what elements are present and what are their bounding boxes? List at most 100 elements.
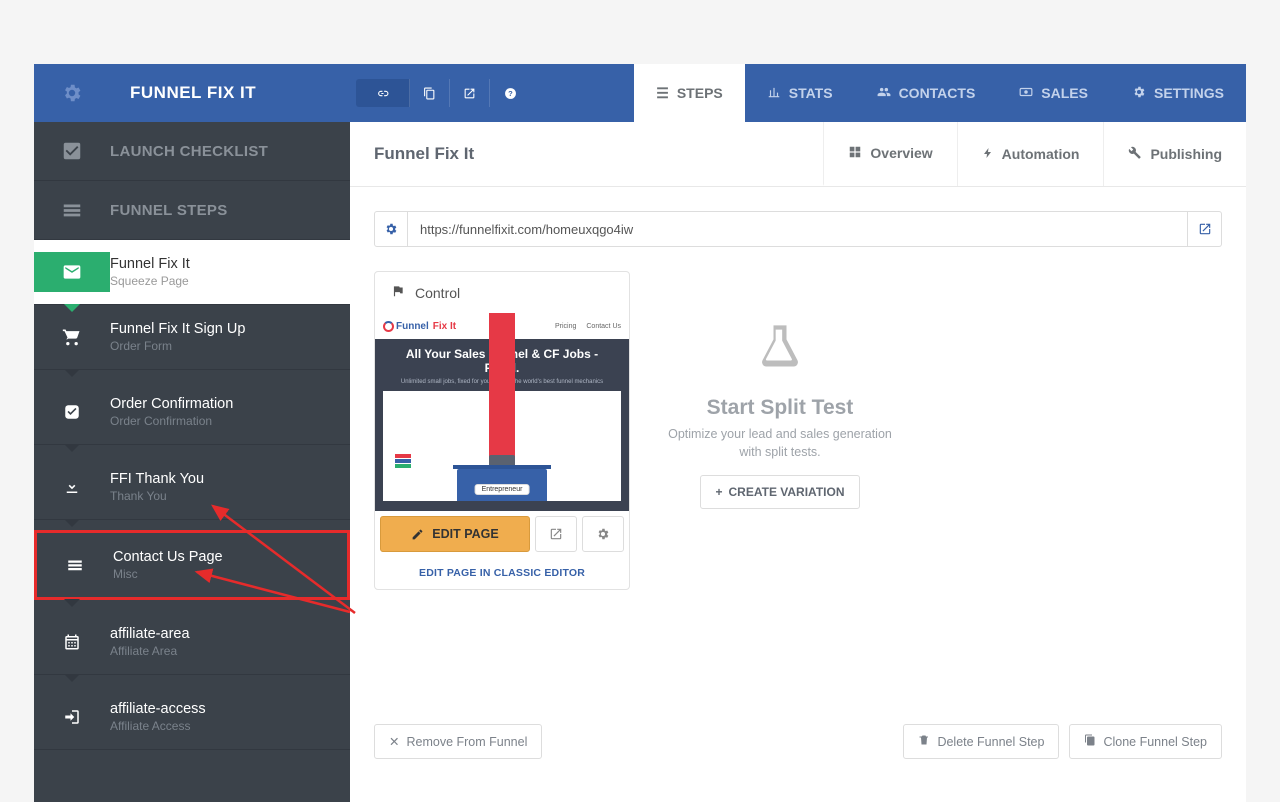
help-icon[interactable]: ?	[490, 79, 530, 107]
preview-nav: Pricing	[555, 323, 576, 330]
step-title: affiliate-area	[110, 626, 190, 642]
split-test-description: Optimize your lead and sales generation …	[664, 426, 896, 461]
close-icon: ✕	[389, 734, 399, 749]
card-header: Control	[375, 272, 629, 313]
sidebar: LAUNCH CHECKLIST FUNNEL STEPS Funnel Fix…	[34, 122, 350, 802]
external-link-icon[interactable]	[450, 79, 490, 107]
step-item-affiliate-access[interactable]: affiliate-access Affiliate Access	[34, 685, 350, 750]
tab-label: SETTINGS	[1154, 85, 1224, 101]
step-item-order-confirmation[interactable]: Order Confirmation Order Confirmation	[34, 380, 350, 445]
edit-page-button[interactable]: EDIT PAGE	[380, 516, 530, 552]
remove-from-funnel-button[interactable]: ✕ Remove From Funnel	[374, 724, 542, 759]
preview-logo-text: Fix It	[433, 321, 456, 332]
page-preview[interactable]: FunnelFix It PricingContact Us All Your …	[375, 313, 629, 511]
link-icon[interactable]	[356, 79, 410, 107]
sidebar-funnel-steps[interactable]: FUNNEL STEPS	[34, 181, 350, 240]
download-icon	[34, 467, 110, 507]
step-subtitle: Thank You	[110, 489, 204, 503]
content-row: Control FunnelFix It PricingContact Us A…	[350, 271, 1246, 590]
step-subtitle: Affiliate Access	[110, 719, 206, 733]
tab-label: SALES	[1041, 85, 1088, 101]
menu-icon	[34, 199, 110, 221]
control-label: Control	[415, 285, 460, 301]
step-title: Order Confirmation	[110, 396, 233, 412]
page-settings-button[interactable]	[582, 516, 624, 552]
tab-sales[interactable]: SALES	[997, 64, 1110, 122]
card-actions: EDIT PAGE	[375, 511, 629, 557]
wrench-icon	[1128, 146, 1142, 163]
money-icon	[1019, 85, 1033, 102]
tab-stats[interactable]: STATS	[745, 64, 855, 122]
step-subtitle: Order Confirmation	[110, 414, 233, 428]
subtab-label: Overview	[870, 145, 932, 161]
button-label: Delete Funnel Step	[937, 735, 1044, 749]
toolbar-buttons: ?	[356, 64, 530, 122]
step-subtitle: Affiliate Area	[110, 644, 190, 658]
button-label: Clone Funnel Step	[1103, 735, 1207, 749]
step-item-signup[interactable]: Funnel Fix It Sign Up Order Form	[34, 305, 350, 370]
subtab-overview[interactable]: Overview	[823, 122, 956, 186]
tab-label: STEPS	[677, 85, 723, 101]
create-variation-button[interactable]: + CREATE VARIATION	[700, 475, 859, 509]
users-icon	[877, 85, 891, 102]
bolt-icon	[982, 146, 994, 163]
step-subtitle: Misc	[113, 567, 223, 581]
copy-icon[interactable]	[410, 79, 450, 107]
open-page-button[interactable]	[535, 516, 577, 552]
subtab-publishing[interactable]: Publishing	[1103, 122, 1246, 186]
step-item-affiliate-area[interactable]: affiliate-area Affiliate Area	[34, 610, 350, 675]
page-title: Funnel Fix It	[350, 122, 823, 186]
sidebar-label: LAUNCH CHECKLIST	[110, 143, 268, 160]
preview-nav: Contact Us	[586, 323, 621, 330]
subtab-automation[interactable]: Automation	[957, 122, 1104, 186]
subtab-label: Publishing	[1150, 146, 1222, 162]
checklist-icon	[34, 140, 110, 162]
envelope-icon	[34, 252, 110, 292]
tab-label: STATS	[789, 85, 833, 101]
main-content: Funnel Fix It Overview Automation Publis…	[350, 122, 1246, 802]
step-item-contact-us[interactable]: Contact Us Page Misc	[34, 530, 350, 600]
delete-step-button[interactable]: Delete Funnel Step	[903, 724, 1059, 759]
tab-settings[interactable]: SETTINGS	[1110, 64, 1246, 122]
url-open-button[interactable]	[1188, 211, 1222, 247]
clone-step-button[interactable]: Clone Funnel Step	[1069, 724, 1222, 759]
subtab-label: Automation	[1002, 146, 1080, 162]
tab-steps[interactable]: ☰ STEPS	[634, 64, 744, 122]
url-bar	[374, 211, 1222, 247]
button-label: CREATE VARIATION	[729, 485, 845, 499]
main-header: Funnel Fix It Overview Automation Publis…	[350, 122, 1246, 187]
svg-text:?: ?	[508, 89, 513, 98]
grid-icon	[848, 145, 862, 162]
preview-badge: Entrepreneur	[475, 484, 530, 495]
login-icon	[34, 697, 110, 737]
subtabs: Overview Automation Publishing	[823, 122, 1246, 186]
classic-editor-link[interactable]: EDIT PAGE IN CLASSIC EDITOR	[375, 557, 629, 589]
step-subtitle: Squeeze Page	[110, 274, 190, 288]
chart-icon	[767, 85, 781, 102]
tab-label: CONTACTS	[899, 85, 976, 101]
step-title: FFI Thank You	[110, 471, 204, 487]
step-item-squeeze[interactable]: Funnel Fix It Squeeze Page	[34, 240, 350, 305]
gear-icon[interactable]	[34, 64, 110, 122]
step-subtitle: Order Form	[110, 339, 245, 353]
app-title: FUNNEL FIX IT	[110, 64, 276, 122]
footer-actions: ✕ Remove From Funnel Delete Funnel Step …	[350, 700, 1246, 783]
body: LAUNCH CHECKLIST FUNNEL STEPS Funnel Fix…	[34, 122, 1246, 802]
split-test-panel: Start Split Test Optimize your lead and …	[660, 271, 900, 590]
tab-contacts[interactable]: CONTACTS	[855, 64, 998, 122]
url-settings-button[interactable]	[374, 211, 408, 247]
step-title: Contact Us Page	[113, 549, 223, 565]
plus-icon: +	[715, 485, 722, 499]
page-variation-card: Control FunnelFix It PricingContact Us A…	[374, 271, 630, 590]
sidebar-launch-checklist[interactable]: LAUNCH CHECKLIST	[34, 122, 350, 181]
split-test-title: Start Split Test	[664, 396, 896, 420]
url-input[interactable]	[408, 211, 1188, 247]
preview-logo-text: Funnel	[396, 321, 429, 332]
flag-icon	[391, 284, 405, 301]
gear-icon	[1132, 85, 1146, 102]
step-item-thank-you[interactable]: FFI Thank You Thank You	[34, 455, 350, 520]
button-label: EDIT PAGE	[432, 527, 498, 541]
step-title: affiliate-access	[110, 701, 206, 717]
step-title: Funnel Fix It	[110, 256, 190, 272]
menu-icon	[37, 545, 113, 585]
